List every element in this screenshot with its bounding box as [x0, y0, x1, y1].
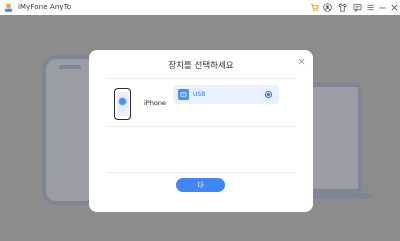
- shirt-icon[interactable]: [336, 1, 348, 13]
- usb-icon: [178, 89, 189, 100]
- message-icon[interactable]: [351, 1, 363, 13]
- radio-selected-dot: [267, 93, 270, 96]
- divider: [107, 126, 295, 127]
- user-icon[interactable]: [321, 1, 333, 13]
- iphone-icon: [114, 88, 131, 120]
- title-bar: iMyFone AnyTo: [0, 0, 400, 15]
- select-device-dialog: 장치를 선택하세요 iPhone USB 다: [89, 50, 313, 212]
- close-icon[interactable]: [388, 1, 400, 13]
- cart-icon[interactable]: [308, 1, 320, 13]
- menu-icon[interactable]: [364, 1, 376, 13]
- divider: [107, 78, 295, 79]
- confirm-button[interactable]: 다: [176, 178, 225, 192]
- usb-option-label: USB: [193, 91, 206, 98]
- usb-radio-button[interactable]: [265, 91, 272, 98]
- divider: [107, 172, 295, 173]
- close-icon[interactable]: [296, 56, 306, 66]
- phone-notch: [59, 65, 81, 69]
- usb-connection-option[interactable]: USB: [173, 85, 279, 104]
- dialog-title: 장치를 선택하세요: [168, 61, 234, 71]
- app-logo-icon: [3, 2, 14, 13]
- minimize-icon[interactable]: [376, 1, 388, 13]
- phone-badge: [118, 97, 127, 106]
- device-name: iPhone: [144, 99, 166, 107]
- app-title: iMyFone AnyTo: [18, 3, 72, 11]
